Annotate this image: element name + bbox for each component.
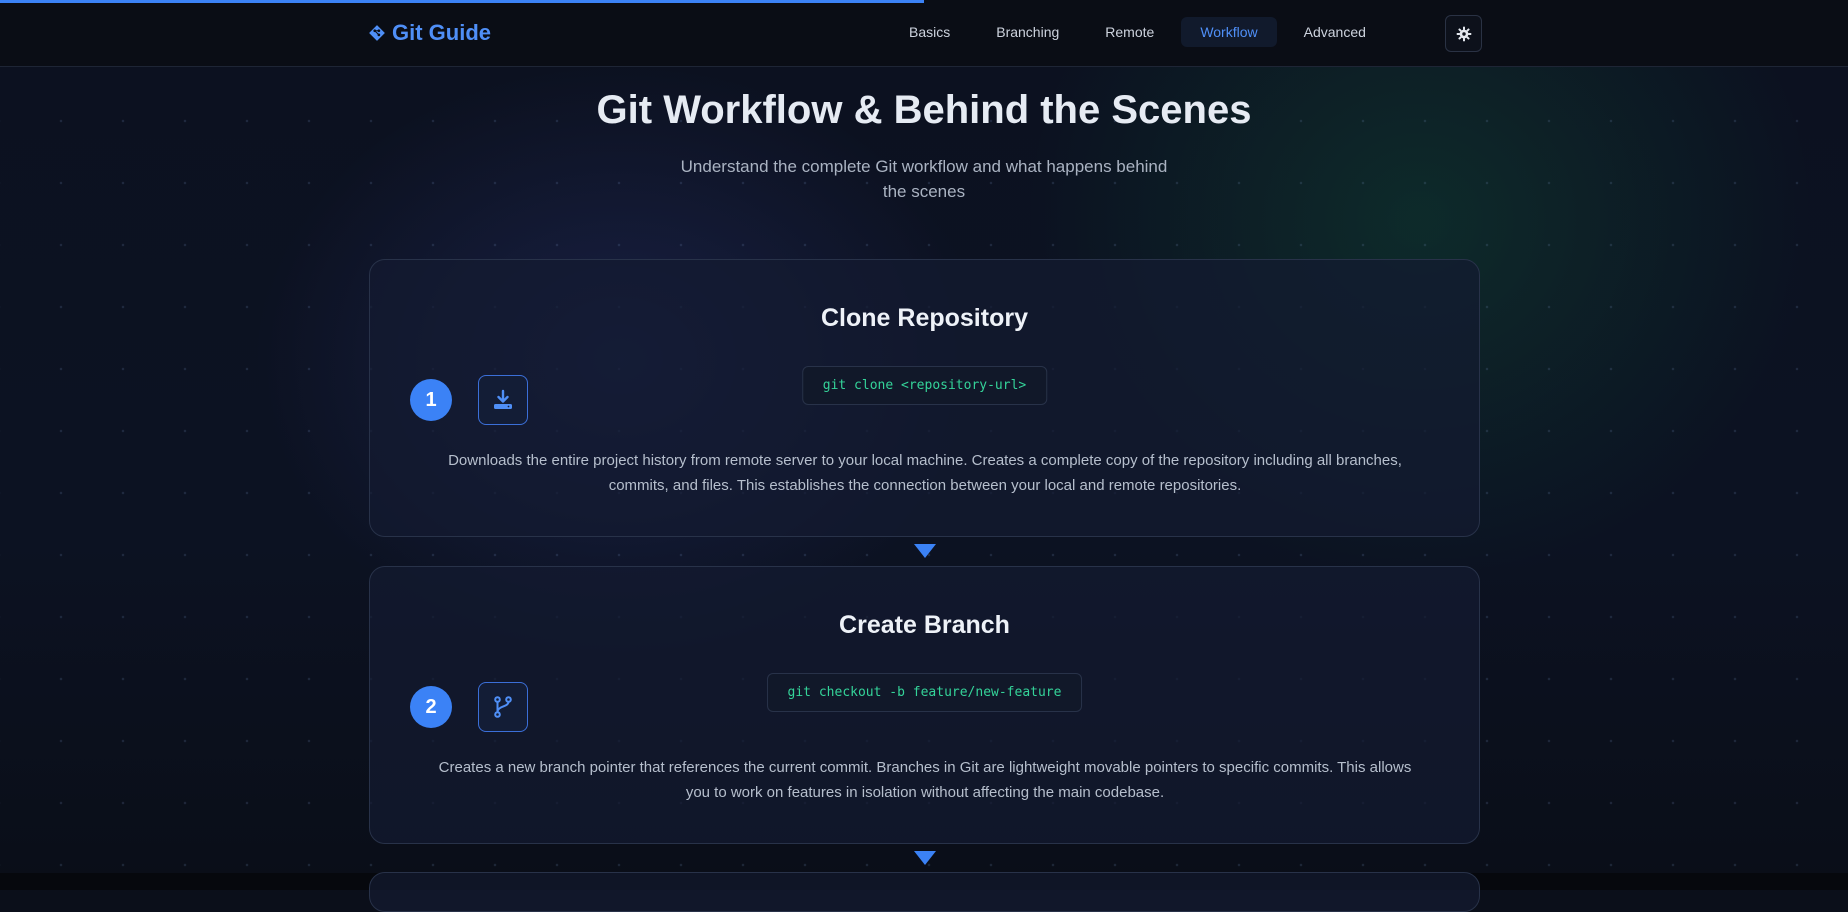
step-number-badge: 2: [410, 686, 452, 728]
step-description: Downloads the entire project history fro…: [448, 452, 1402, 494]
workflow-step-card-clone: Clone Repository 1 git clone <repository…: [369, 259, 1480, 537]
scroll-progress-bar: [0, 0, 924, 3]
workflow-step-card-next: [369, 872, 1480, 912]
nav-link-workflow[interactable]: Workflow: [1181, 17, 1277, 47]
command-snippet[interactable]: git clone <repository-url>: [801, 366, 1048, 405]
page-subtitle: Understand the complete Git workflow and…: [680, 157, 1168, 201]
step-number-badge: 1: [410, 379, 452, 421]
branch-icon-box: [478, 682, 528, 732]
brand-logo[interactable]: Git Guide: [368, 20, 491, 46]
nav-link-advanced[interactable]: Advanced: [1285, 17, 1385, 47]
gear-icon: [1456, 26, 1471, 41]
nav-link-branching[interactable]: Branching: [977, 17, 1078, 47]
step-connector-arrow: [914, 544, 936, 558]
download-icon-box: [478, 375, 528, 425]
workflow-step-card-branch: Create Branch 2 git checkout -b feature/…: [369, 566, 1480, 844]
theme-toggle-button[interactable]: [1445, 15, 1482, 52]
step-title: Create Branch: [839, 611, 1010, 639]
brand-name: Git Guide: [392, 20, 491, 45]
command-snippet[interactable]: git checkout -b feature/new-feature: [766, 673, 1083, 712]
top-navigation-bar: Git Guide Basics Branching Remote Workfl…: [0, 0, 1848, 67]
nav-link-remote[interactable]: Remote: [1086, 17, 1173, 47]
nav-link-basics[interactable]: Basics: [890, 17, 969, 47]
download-icon: [494, 389, 512, 409]
branch-icon: [494, 696, 512, 718]
step-description: Creates a new branch pointer that refere…: [438, 759, 1412, 801]
step-title: Clone Repository: [821, 304, 1028, 332]
main-nav: Basics Branching Remote Workflow Advance…: [890, 17, 1385, 47]
step-connector-arrow: [914, 851, 936, 865]
git-logo-icon: [369, 25, 385, 41]
page-title: Git Workflow & Behind the Scenes: [596, 88, 1252, 132]
